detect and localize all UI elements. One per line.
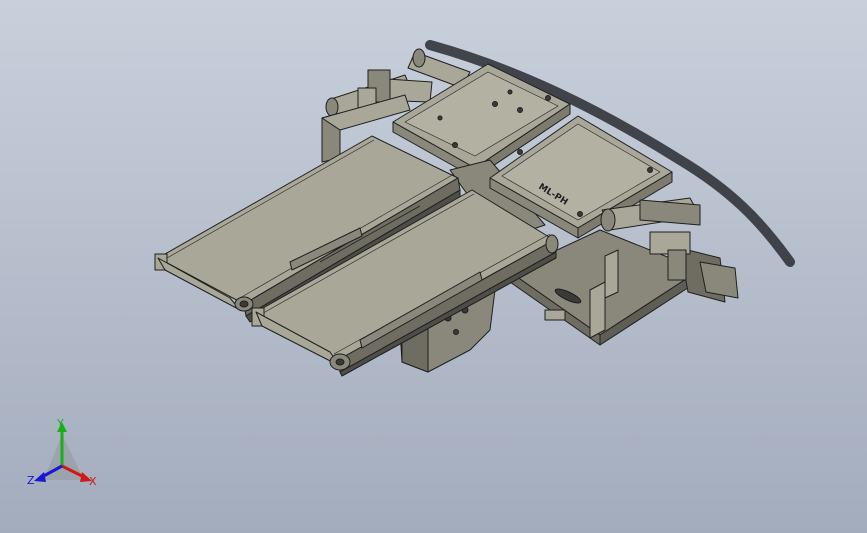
axis-z-arrow: [34, 472, 46, 482]
axis-triad: Y Z X: [22, 418, 108, 494]
axis-x-label: X: [89, 475, 97, 488]
axis-z-label: Z: [27, 474, 35, 487]
cad-3d-viewport[interactable]: ML-PH Y Z X: [0, 0, 867, 533]
axis-y-label: Y: [57, 417, 64, 430]
frame-leg-right: [604, 249, 619, 299]
conveyor-assembly-model[interactable]: ML-PH: [0, 0, 867, 533]
